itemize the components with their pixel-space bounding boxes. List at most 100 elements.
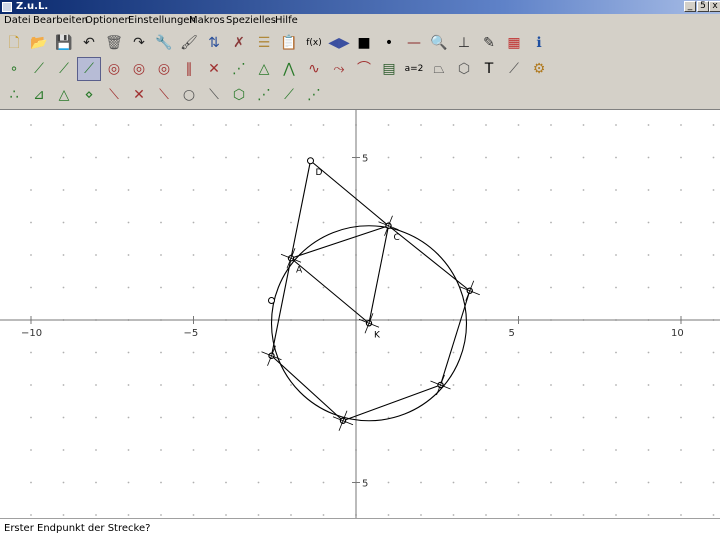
delete-button[interactable]: 🗑 <box>102 31 126 55</box>
function-button[interactable]: f(x) <box>302 31 326 55</box>
grid-dot <box>517 384 520 386</box>
macro-slash-button[interactable]: ⟍ <box>202 83 226 107</box>
triangle-button[interactable]: △ <box>252 57 276 81</box>
grid-dot <box>387 384 390 386</box>
grid-dot <box>647 384 650 386</box>
film-button[interactable]: ▤ <box>377 57 401 81</box>
menu-spezielles[interactable]: Spezielles <box>226 14 276 28</box>
transform-button[interactable]: ⤳ <box>327 57 351 81</box>
construction-points[interactable]: D C A K <box>261 157 480 431</box>
circle-radius-button[interactable]: ◎ <box>127 57 151 81</box>
macro-circle-button[interactable]: ○ <box>177 83 201 107</box>
clipboard-button[interactable]: 📋 <box>277 31 301 55</box>
bisector-icon: ⋀ <box>283 61 295 77</box>
save-button[interactable]: 💾 <box>52 31 76 55</box>
macro-arrow-button[interactable]: ⊿ <box>27 83 51 107</box>
macro-hexagon-button[interactable]: ⬡ <box>227 83 251 107</box>
ray-tool-icon: ⟋ <box>84 61 94 77</box>
segment-tool-button[interactable]: ⟋ <box>27 57 51 81</box>
equation-button[interactable]: a=2 <box>402 57 426 81</box>
angle-button[interactable]: ⊥ <box>452 31 476 55</box>
close-button[interactable]: x <box>709 1 720 12</box>
grid-dot <box>485 221 487 224</box>
macro-diagonal-button[interactable]: ⟍ <box>102 83 126 107</box>
grid-dot <box>712 189 715 191</box>
menu-einstellungen[interactable]: Einstellungen <box>128 14 196 28</box>
window-title: Z.u.L. <box>16 1 49 12</box>
grid-dot <box>712 156 715 159</box>
colors-button[interactable]: ▦ <box>502 31 526 55</box>
segment-tool-icon: ⟋ <box>34 61 44 77</box>
wand-button[interactable]: ⟋ <box>502 57 526 81</box>
ray-tool-button[interactable]: ⟋ <box>77 57 101 81</box>
info-button[interactable]: ℹ <box>527 31 551 55</box>
macro-point-button[interactable]: ∴ <box>2 83 26 107</box>
gear-button[interactable]: ⚙ <box>527 57 551 81</box>
polygon-button[interactable]: ⏢ <box>427 57 451 81</box>
arrows-button[interactable]: ◀▶ <box>327 31 351 55</box>
redo-button[interactable]: ↷ <box>127 31 151 55</box>
circle-tool-button[interactable]: ◎ <box>102 57 126 81</box>
grid-dot <box>420 124 422 126</box>
menu-hilfe[interactable]: Hilfe <box>275 14 298 28</box>
perpendicular-button[interactable]: ✕ <box>202 57 226 81</box>
text-button[interactable]: T <box>477 57 501 81</box>
menu-datei[interactable]: Datei <box>4 14 31 28</box>
grid-dot <box>322 449 325 451</box>
new-file-button[interactable]: 🗋 <box>2 31 26 55</box>
grid-dot <box>387 286 390 289</box>
macro-segment-button[interactable]: ⟋ <box>277 83 301 107</box>
grid-dot <box>582 449 585 451</box>
grid-dot <box>712 286 715 289</box>
grid-dot <box>160 351 162 354</box>
grid-dot <box>95 156 97 159</box>
parallel-button[interactable]: ∥ <box>177 57 201 81</box>
line-tool-button[interactable]: ⟋ <box>52 57 76 81</box>
grid-dot <box>127 514 130 516</box>
black-square-button[interactable]: ■ <box>352 31 376 55</box>
grid-dot <box>95 514 97 516</box>
grid-dot <box>615 254 617 256</box>
hide-button[interactable]: ✗ <box>227 31 251 55</box>
edit-button[interactable]: 🔧 <box>152 31 176 55</box>
maximize-button[interactable]: 5 <box>697 1 709 12</box>
point-tool-button[interactable]: ∘ <box>2 57 26 81</box>
open-folder-button[interactable]: 📂 <box>27 31 51 55</box>
macro-triangle-button[interactable]: △ <box>52 83 76 107</box>
line-thickness-icon: — <box>407 35 421 51</box>
grid-dot <box>127 156 130 159</box>
grid-dot <box>712 416 715 419</box>
undo-button[interactable]: ↶ <box>77 31 101 55</box>
construction-canvas[interactable]: −10 −5 5 10 5 5 D C A K <box>0 110 720 518</box>
dot-button[interactable]: • <box>377 31 401 55</box>
grid-dot <box>452 254 455 256</box>
macro-chain-button[interactable]: ⋰ <box>302 83 326 107</box>
redo-icon: ↷ <box>133 35 145 51</box>
curve-button[interactable]: ∿ <box>302 57 326 81</box>
macro-button[interactable]: ☰ <box>252 31 276 55</box>
macro-chain-icon: ⋰ <box>307 87 321 103</box>
geometry-plot[interactable]: −10 −5 5 10 5 5 D C A K <box>0 110 720 518</box>
menu-optionen[interactable]: Optionen <box>85 14 131 28</box>
bisector-button[interactable]: ⋀ <box>277 57 301 81</box>
grid-dot <box>322 156 325 159</box>
grid-dot <box>485 384 487 386</box>
circle-three-points-button[interactable]: ◎ <box>152 57 176 81</box>
macro-fan-button[interactable]: ⋰ <box>252 83 276 107</box>
minimize-button[interactable]: _ <box>684 1 696 12</box>
arc-button[interactable]: ⌒ <box>352 57 376 81</box>
ring-button[interactable]: ⬡ <box>452 57 476 81</box>
zoom-button[interactable]: 🔍 <box>427 31 451 55</box>
macro-intersect-button[interactable]: ⟍ <box>152 83 176 107</box>
draw-button[interactable]: ✎ <box>477 31 501 55</box>
grid-dot <box>62 351 65 354</box>
menu-makros[interactable]: Makros <box>189 14 225 28</box>
grid-dot <box>680 189 682 191</box>
macro-rhombus-button[interactable]: ⋄ <box>77 83 101 107</box>
paint-button[interactable]: 🖌 <box>177 31 201 55</box>
midpoint-button[interactable]: ⋰ <box>227 57 251 81</box>
line-thickness-button[interactable]: — <box>402 31 426 55</box>
macro-cross-button[interactable]: ✕ <box>127 83 151 107</box>
sort-button[interactable]: ⇅ <box>202 31 226 55</box>
menu-bearbeiten[interactable]: Bearbeiten <box>33 14 88 28</box>
